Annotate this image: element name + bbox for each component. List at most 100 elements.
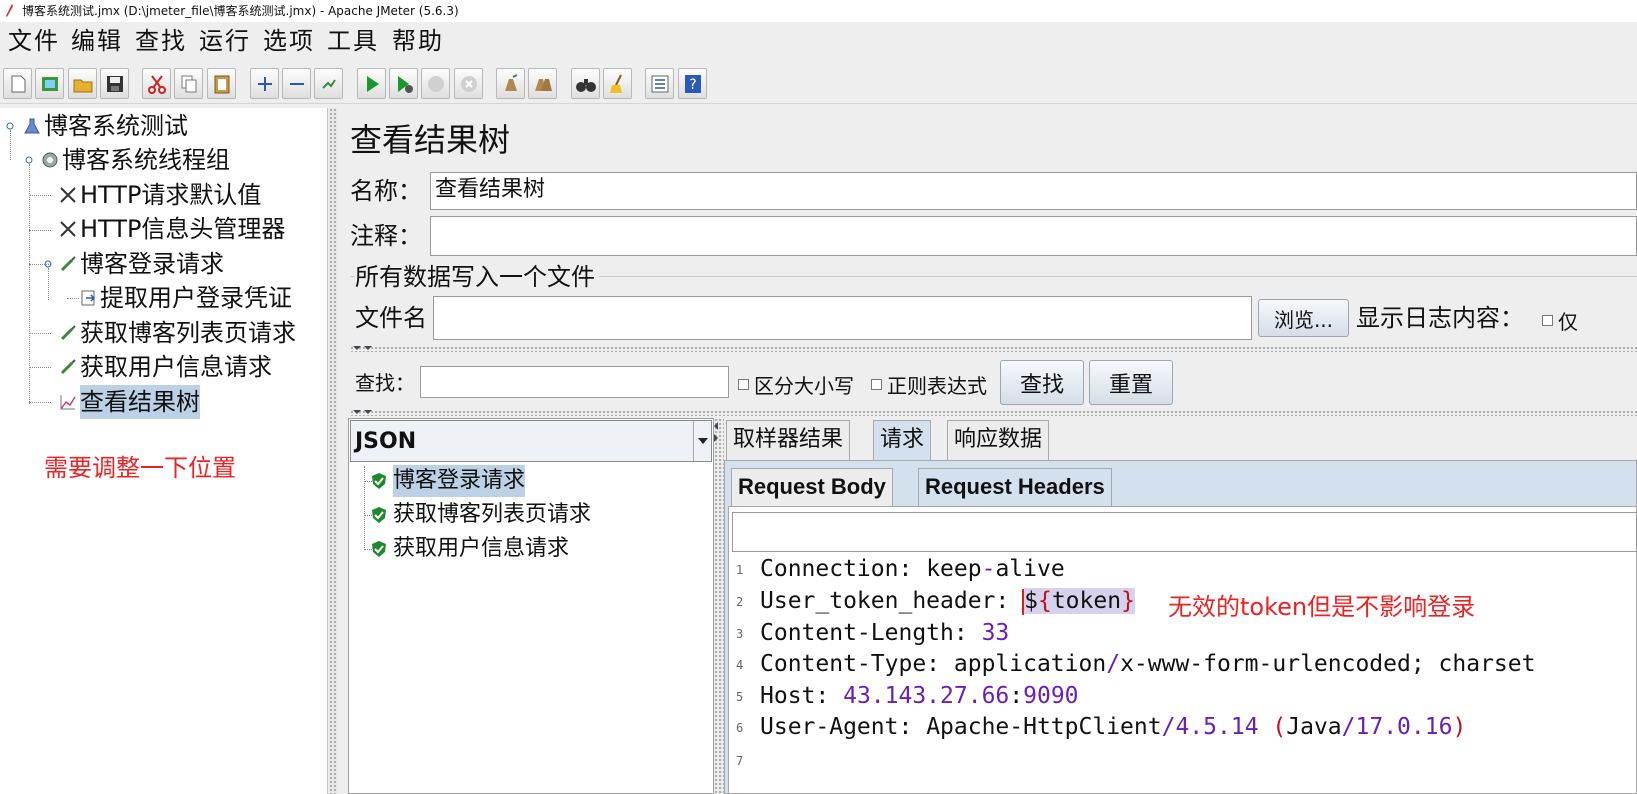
tab-request-headers[interactable]: Request Headers [918,468,1112,506]
dropdown-arrow[interactable] [693,421,711,461]
menu-bar: 文件 编辑 查找 运行 选项 工具 帮助 [0,22,1637,60]
paste-button[interactable] [207,68,236,99]
find-button[interactable]: 查找 [1000,360,1084,405]
case-sensitive-checkbox[interactable]: 区分大小写 [738,370,854,399]
stop-button[interactable] [421,68,450,99]
tree-node-user-info-request[interactable]: 获取用户信息请求 [58,350,272,384]
checkbox-box[interactable] [1542,315,1553,326]
tab-request[interactable]: 请求 [873,420,932,460]
toolbar: ? [0,62,1637,104]
header-value: 4.5.14 [1175,714,1259,740]
tree-expander-icon[interactable] [6,122,14,130]
checkbox-box[interactable] [738,379,749,390]
regex-checkbox[interactable]: 正则表达式 [871,370,987,399]
toggle-button[interactable] [314,68,343,99]
menu-tools[interactable]: 工具 [327,26,379,56]
result-item-login[interactable]: 博客登录请求 [371,465,526,497]
window-title-bar: 博客系统测试.jmx (D:\jmeter_file\博客系统测试.jmx) -… [0,0,1637,22]
log-errors-checkbox[interactable]: 仅 [1542,306,1578,335]
header-value: ) [1452,714,1467,740]
menu-edit[interactable]: 编辑 [71,26,123,56]
menu-options[interactable]: 选项 [263,26,315,56]
renderer-value: JSON [355,429,417,454]
expand-all-button[interactable] [250,68,279,99]
header-value: alive [995,556,1065,582]
tree-node-results-tree[interactable]: 查看结果树 [58,385,200,419]
header-value: keep [926,556,982,582]
search-field[interactable] [420,366,729,398]
tree-expander-icon[interactable] [44,260,52,268]
tree-node-extractor[interactable]: 提取用户登录凭证 [78,281,292,315]
checkbox-box[interactable] [871,379,882,390]
reset-search-button[interactable] [603,68,632,99]
tree-node-login-request[interactable]: 博客登录请求 [58,247,224,281]
filename-field[interactable] [433,296,1252,340]
result-item-user-info[interactable]: 获取用户信息请求 [371,533,569,565]
start-button[interactable] [357,68,386,99]
shutdown-button[interactable] [454,68,483,99]
checkbox-label: 仅 [1558,310,1578,334]
name-field[interactable]: 查看结果树 [430,172,1637,210]
save-icon [106,75,123,92]
header-value: 43.143.27.66 [843,683,1010,709]
search-label: 查找： [355,371,415,395]
collapse-arrows-icon[interactable] [352,408,374,416]
name-label: 名称： [350,177,422,205]
cut-button[interactable] [142,68,171,99]
line-number: 1 [736,562,744,577]
headers-search-field[interactable] [732,512,1637,552]
renderer-select[interactable]: JSON [350,420,712,462]
tree-node-test-plan[interactable]: 博客系统测试 [22,109,188,143]
header-sep: : [926,651,954,677]
browse-button[interactable]: 浏览... [1258,299,1349,337]
menu-search[interactable]: 查找 [135,26,187,56]
binoculars-icon [575,78,596,92]
tab-sampler-result[interactable]: 取样器结果 [726,420,851,460]
menu-run[interactable]: 运行 [199,26,251,56]
jmeter-feather-icon [6,4,13,17]
copy-button[interactable] [174,68,203,99]
new-button[interactable] [3,68,32,99]
tree-node-http-defaults[interactable]: HTTP请求默认值 [58,178,261,212]
clear-all-button[interactable] [528,68,557,99]
menu-file[interactable]: 文件 [8,26,60,56]
page-title: 查看结果树 [350,121,511,159]
tree-splitter[interactable] [329,108,338,794]
tree-node-blog-list-request[interactable]: 获取博客列表页请求 [58,316,296,350]
tree-node-thread-group[interactable]: 博客系统线程组 [40,143,230,177]
start-no-pause-button[interactable] [389,68,418,99]
header-line-empty: 7 [736,744,760,767]
result-item-blog-list[interactable]: 获取博客列表页请求 [371,499,591,531]
tree-node-header-manager[interactable]: HTTP信息头管理器 [58,212,285,246]
search-button[interactable] [571,68,600,99]
paste-icon [214,75,229,93]
comment-field[interactable] [430,216,1637,256]
result-label: 获取博客列表页请求 [393,502,592,527]
line-number: 6 [736,720,744,735]
header-sep: : [898,556,927,582]
reset-button[interactable]: 重置 [1089,360,1173,405]
help-button[interactable]: ? [678,68,707,99]
clear-button[interactable] [496,68,525,99]
collapse-all-button[interactable] [282,68,311,99]
menu-help[interactable]: 帮助 [392,26,444,56]
tree-node-label: 获取用户信息请求 [80,353,272,381]
header-key: User-Agent [760,714,899,740]
checkbox-label: 区分大小写 [754,374,854,398]
function-helper-button[interactable] [645,68,674,99]
open-button[interactable] [68,68,97,99]
save-button[interactable] [100,68,129,99]
results-splitter[interactable] [714,418,724,794]
tab-request-body[interactable]: Request Body [731,468,893,506]
collapse-arrows-icon[interactable] [352,344,374,352]
result-label: 获取用户信息请求 [393,536,570,561]
wrench-icon [60,187,76,203]
templates-button[interactable] [35,68,64,99]
header-key: Host [760,683,816,709]
splitter-arrows-icon[interactable] [712,420,720,444]
tree-expander-icon[interactable] [25,156,33,164]
filename-label: 文件名 [355,304,427,332]
flask-icon [24,118,40,134]
tab-response-data[interactable]: 响应数据 [947,420,1050,460]
header-value: application [953,651,1107,677]
